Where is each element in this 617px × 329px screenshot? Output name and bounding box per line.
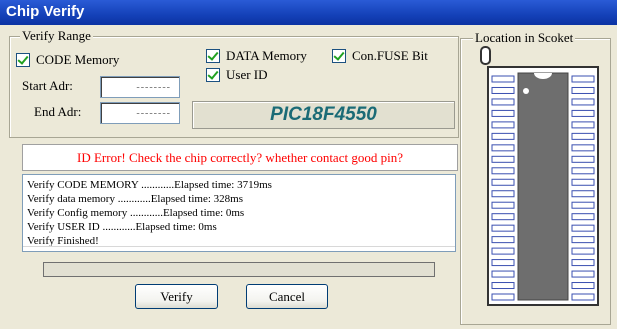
log-line: Verify data memory ............Elapsed t… — [27, 193, 243, 205]
user-id-label: User ID — [226, 67, 268, 82]
socket-pin-left — [491, 213, 515, 221]
socket-pin-left — [491, 224, 515, 232]
socket-pin-left — [491, 167, 515, 175]
socket-pin-right — [571, 190, 595, 198]
verify-range-legend: Verify Range — [20, 28, 93, 44]
end-adr-field[interactable]: -------- — [100, 102, 180, 124]
socket-pin-right — [571, 282, 595, 290]
socket-pin-left — [491, 201, 515, 209]
socket-pin-right — [571, 259, 595, 267]
cancel-button[interactable]: Cancel — [246, 284, 328, 309]
log-line: Verify CODE MEMORY ............Elapsed t… — [27, 179, 272, 191]
pin1-dot-icon — [523, 88, 529, 94]
socket-pin-left — [491, 247, 515, 255]
socket-pin-right — [571, 144, 595, 152]
error-message: ID Error! Check the chip correctly? whet… — [22, 144, 458, 171]
socket-pin-left — [491, 282, 515, 290]
socket-pin-left — [491, 86, 515, 94]
con-fuse-label: Con.FUSE Bit — [352, 48, 428, 63]
socket-pin-left — [491, 270, 515, 278]
socket-pin-right — [571, 201, 595, 209]
code-memory-label: CODE Memory — [36, 52, 120, 67]
chip-name-display: PIC18F4550 — [192, 101, 455, 129]
socket-pin-left — [491, 75, 515, 83]
end-adr-label: End Adr: — [34, 104, 82, 119]
log-output[interactable]: Verify CODE MEMORY ............Elapsed t… — [22, 174, 456, 252]
socket-lever-icon — [480, 46, 491, 65]
socket-pin-right — [571, 293, 595, 301]
start-adr-field[interactable]: -------- — [100, 76, 180, 98]
code-memory-checkbox[interactable]: CODE Memory — [16, 52, 119, 68]
user-id-checkbox[interactable]: User ID — [206, 67, 268, 83]
socket-pin-left — [491, 190, 515, 198]
socket-pin-left — [491, 259, 515, 267]
log-divider — [23, 246, 455, 247]
verify-button[interactable]: Verify — [135, 284, 218, 309]
socket-pin-left — [491, 293, 515, 301]
socket-pin-right — [571, 155, 595, 163]
start-adr-label: Start Adr: — [22, 78, 73, 93]
code-memory-check-icon — [16, 53, 30, 67]
data-memory-checkbox[interactable]: DATA Memory — [206, 48, 307, 64]
zif-socket-diagram — [480, 46, 599, 306]
data-memory-label: DATA Memory — [226, 48, 307, 63]
socket-pin-left — [491, 155, 515, 163]
socket-legend: Location in Scoket — [473, 30, 576, 46]
socket-pin-right — [571, 270, 595, 278]
chip-body — [517, 72, 569, 301]
socket-pin-right — [571, 224, 595, 232]
socket-pin-right — [571, 109, 595, 117]
socket-pin-right — [571, 132, 595, 140]
socket-pin-right — [571, 75, 595, 83]
socket-pin-right — [571, 236, 595, 244]
socket-pin-left — [491, 144, 515, 152]
socket-pin-right — [571, 98, 595, 106]
socket-pin-left — [491, 109, 515, 117]
log-line: Verify USER ID ............Elapsed time:… — [27, 221, 217, 233]
con-fuse-checkbox[interactable]: Con.FUSE Bit — [332, 48, 428, 64]
log-line: Verify Config memory ............Elapsed… — [27, 207, 245, 219]
socket-pin-left — [491, 132, 515, 140]
socket-pin-right — [571, 86, 595, 94]
socket-pin-right — [571, 167, 595, 175]
socket-pin-left — [491, 178, 515, 186]
title-bar[interactable]: Chip Verify — [0, 0, 617, 25]
socket-pin-right — [571, 247, 595, 255]
window-title: Chip Verify — [6, 3, 85, 20]
con-fuse-check-icon — [332, 49, 346, 63]
socket-pin-right — [571, 213, 595, 221]
data-memory-check-icon — [206, 49, 220, 63]
socket-pin-left — [491, 236, 515, 244]
socket-pin-left — [491, 121, 515, 129]
socket-pin-right — [571, 121, 595, 129]
progress-bar — [43, 262, 435, 277]
user-id-check-icon — [206, 68, 220, 82]
socket-pin-left — [491, 98, 515, 106]
socket-pin-right — [571, 178, 595, 186]
